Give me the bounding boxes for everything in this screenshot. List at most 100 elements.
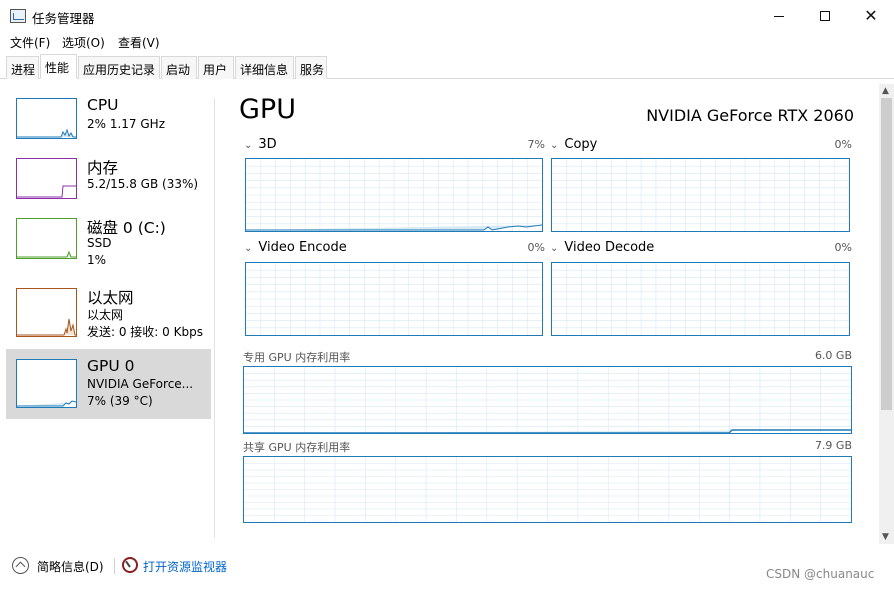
ethernet-throughput: 发送: 0 接收: 0 Kbps	[87, 325, 203, 339]
maximize-icon	[820, 11, 830, 21]
resource-monitor-icon	[122, 557, 138, 573]
csdn-watermark: CSDN @chuanauc	[766, 567, 875, 581]
ethernet-title: 以太网	[87, 289, 134, 307]
engine-video-decode-percent: 0%	[834, 241, 852, 254]
menu-options[interactable]: 选项(O)	[62, 34, 105, 51]
shared-memory-label: 共享 GPU 内存利用率	[243, 441, 351, 454]
tab-performance[interactable]: 性能	[40, 54, 77, 79]
memory-sparkline	[17, 185, 76, 198]
footer-bar: 简略信息(D) 打开资源监视器 CSDN @chuanauc	[0, 548, 894, 589]
engine-copy-percent: 0%	[834, 138, 852, 151]
gpu-thumbnail-graph	[16, 359, 77, 408]
ethernet-sparkline	[17, 318, 76, 336]
sidebar-divider	[214, 98, 215, 538]
maximize-button[interactable]	[802, 0, 848, 32]
dedicated-memory-graph	[243, 366, 852, 434]
memory-thumbnail-graph	[16, 158, 77, 199]
engine-video-decode-label: Video Decode	[564, 240, 655, 255]
sidebar-item-disk[interactable]: 磁盘 0 (C:) SSD 1%	[6, 208, 211, 278]
engine-copy-selector[interactable]: ⌄ Copy	[550, 137, 597, 152]
tab-startup[interactable]: 启动	[161, 56, 197, 79]
minimize-icon	[774, 15, 784, 17]
engine-copy-plot	[552, 159, 849, 231]
fewer-details-button[interactable]: 简略信息(D)	[37, 558, 104, 575]
disk-thumbnail-graph	[16, 218, 77, 259]
engine-copy-label: Copy	[564, 137, 598, 152]
shared-memory-plot	[244, 457, 851, 522]
menu-bar: 文件(F) 选项(O) 查看(V)	[0, 32, 894, 52]
gpu-model-name: NVIDIA GeForce RTX 2060	[646, 106, 854, 125]
engine-copy-graph	[551, 158, 850, 232]
chevron-down-icon: ⌄	[244, 140, 253, 151]
resource-sidebar: CPU 2% 1.17 GHz 内存 5.2/15.8 GB (33%) 磁盘 …	[6, 88, 212, 538]
engine-3d-plot	[246, 159, 542, 231]
engine-video-decode-plot	[552, 263, 849, 335]
minimize-button[interactable]	[756, 0, 802, 32]
footer-divider	[114, 558, 115, 574]
open-resource-monitor-link[interactable]: 打开资源监视器	[143, 558, 227, 575]
engine-3d-graph	[245, 158, 543, 232]
memory-title: 内存	[87, 159, 119, 177]
engine-video-decode-selector[interactable]: ⌄ Video Decode	[550, 240, 654, 255]
close-icon: ✕	[864, 6, 878, 25]
graph-gridlines	[246, 159, 542, 231]
window-title: 任务管理器	[32, 11, 95, 26]
disk-usage: 1%	[87, 253, 107, 267]
tab-users[interactable]: 用户	[198, 56, 234, 79]
sidebar-item-ethernet[interactable]: 以太网 以太网 发送: 0 接收: 0 Kbps	[6, 278, 211, 348]
cpu-usage: 2% 1.17 GHz	[87, 117, 166, 131]
graph-gridlines	[246, 263, 542, 335]
tab-details[interactable]: 详细信息	[235, 56, 294, 79]
gpu-sparkline	[17, 400, 77, 407]
cpu-sparkline	[17, 128, 76, 138]
gpu-sidebar-title: GPU 0	[87, 357, 135, 375]
graph-gridlines	[552, 159, 849, 231]
shared-memory-graph	[243, 456, 852, 523]
task-manager-icon	[10, 9, 26, 23]
gpu-sidebar-model: NVIDIA GeForce...	[87, 377, 194, 391]
disk-sparkline	[17, 250, 76, 258]
scroll-up-icon[interactable]: ▲	[882, 86, 889, 96]
tab-processes[interactable]: 进程	[6, 56, 39, 79]
dedicated-memory-plot	[244, 367, 851, 433]
tab-services[interactable]: 服务	[295, 56, 327, 79]
scrollbar-thumb[interactable]	[881, 98, 892, 410]
graph-gridlines	[552, 263, 849, 335]
scroll-down-icon[interactable]: ▼	[882, 532, 889, 542]
tab-app-history[interactable]: 应用历史记录	[78, 56, 160, 79]
close-button[interactable]: ✕	[848, 0, 894, 32]
chevron-down-icon: ⌄	[550, 243, 559, 254]
memory-usage: 5.2/15.8 GB (33%)	[87, 177, 199, 191]
vertical-scrollbar[interactable]: ▲ ▼	[879, 84, 894, 544]
shared-memory-max: 7.9 GB	[814, 439, 852, 452]
engine-video-encode-plot	[246, 263, 542, 335]
title-bar: 任务管理器 ✕	[0, 0, 894, 32]
ethernet-thumbnail-graph	[16, 288, 77, 337]
graph-gridlines	[244, 367, 851, 433]
gpu-sidebar-usage: 7% (39 °C)	[87, 394, 153, 408]
engine-video-decode-graph	[551, 262, 850, 336]
engine-3d-label: 3D	[258, 137, 277, 152]
cpu-title: CPU	[87, 96, 119, 114]
engine-3d-percent: 7%	[527, 138, 545, 151]
engine-video-encode-label: Video Encode	[258, 240, 347, 255]
collapse-chevron-icon[interactable]	[12, 557, 29, 574]
chevron-down-icon: ⌄	[550, 140, 559, 151]
engine-video-encode-selector[interactable]: ⌄ Video Encode	[244, 240, 347, 255]
tab-bar: 进程 性能 应用历史记录 启动 用户 详细信息 服务	[0, 54, 894, 79]
page-title: GPU	[239, 94, 296, 125]
dedicated-memory-max: 6.0 GB	[814, 349, 852, 362]
menu-file[interactable]: 文件(F)	[10, 34, 50, 51]
menu-view[interactable]: 查看(V)	[118, 34, 160, 51]
engine-video-encode-percent: 0%	[527, 241, 545, 254]
dedicated-memory-label: 专用 GPU 内存利用率	[243, 351, 351, 364]
chevron-down-icon: ⌄	[244, 243, 253, 254]
sidebar-item-gpu[interactable]: GPU 0 NVIDIA GeForce... 7% (39 °C)	[6, 349, 211, 419]
cpu-thumbnail-graph	[16, 98, 77, 139]
graph-gridlines	[244, 457, 851, 522]
engine-video-encode-graph	[245, 262, 543, 336]
disk-title: 磁盘 0 (C:)	[87, 219, 166, 237]
ethernet-adapter-name: 以太网	[87, 308, 124, 322]
engine-3d-selector[interactable]: ⌄ 3D	[244, 137, 277, 152]
disk-type: SSD	[87, 236, 112, 250]
